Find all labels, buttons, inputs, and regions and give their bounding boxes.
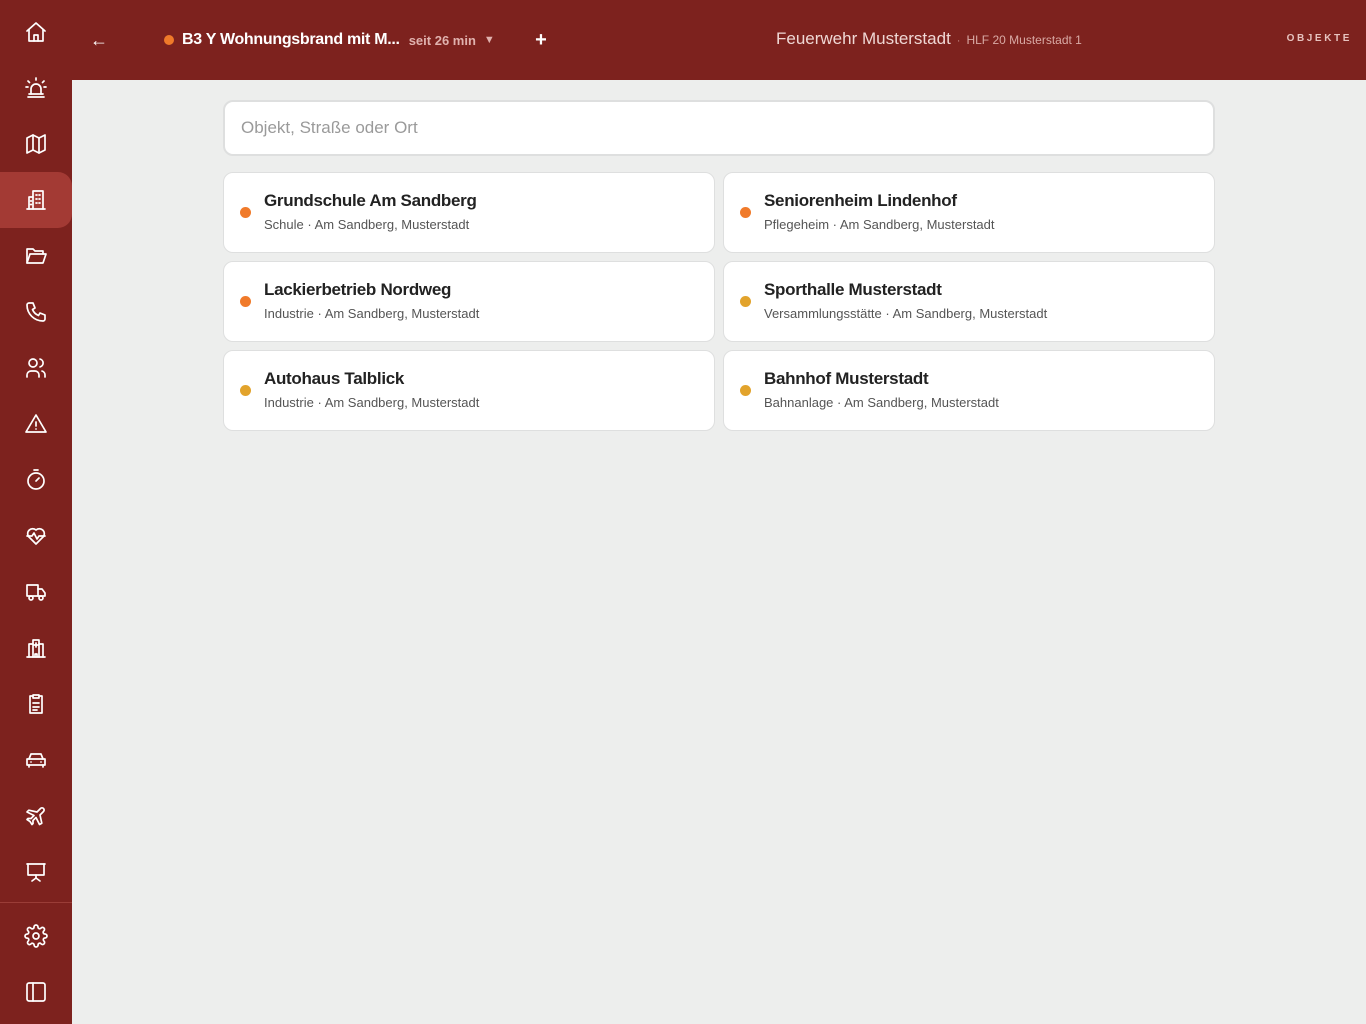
object-name: Lackierbetrieb Nordweg xyxy=(264,280,452,299)
nav-toggle-sidebar[interactable] xyxy=(0,964,72,1020)
object-card[interactable]: Sporthalle Musterstadt Versammlungsstätt… xyxy=(723,261,1215,342)
nav-settings[interactable] xyxy=(0,908,72,964)
heart-pulse-icon xyxy=(26,527,46,545)
nav-cars[interactable] xyxy=(0,732,72,788)
organization-separator: · xyxy=(956,35,961,47)
truck-icon xyxy=(26,584,46,601)
incident-status-dot xyxy=(164,35,174,45)
nav-alarm[interactable] xyxy=(0,60,72,116)
nav-hazards[interactable] xyxy=(0,396,72,452)
object-status-dot xyxy=(240,207,251,218)
warning-icon xyxy=(25,414,47,433)
object-status-dot xyxy=(740,385,751,396)
map-icon xyxy=(26,134,46,154)
search-input[interactable] xyxy=(225,102,1213,154)
organization-info: Feuerwehr Musterstadt · HLF 20 Mustersta… xyxy=(776,29,1082,49)
incident-elapsed: seit 26 min xyxy=(408,32,476,48)
sidebar-divider xyxy=(0,902,72,903)
sidebar-toggle-icon xyxy=(26,982,46,1002)
nav-map[interactable] xyxy=(0,116,72,172)
search-box xyxy=(223,100,1215,156)
object-meta: Versammlungsstätte · Am Sandberg, Muster… xyxy=(764,306,1048,321)
add-incident-button[interactable]: + xyxy=(530,26,552,54)
sidebar xyxy=(0,0,72,1024)
object-card[interactable]: Autohaus Talblick Industrie · Am Sandber… xyxy=(223,350,715,431)
object-card[interactable]: Bahnhof Musterstadt Bahnanlage · Am Sand… xyxy=(723,350,1215,431)
object-card[interactable]: Seniorenheim Lindenhof Pflegeheim · Am S… xyxy=(723,172,1215,253)
object-meta: Industrie · Am Sandberg, Musterstadt xyxy=(264,395,480,410)
car-icon xyxy=(26,753,46,768)
incident-selector[interactable]: B3 Y Wohnungsbrand mit M... seit 26 min … xyxy=(164,28,495,52)
object-name: Autohaus Talblick xyxy=(264,369,405,388)
building-icon xyxy=(26,190,46,210)
object-status-dot xyxy=(740,207,751,218)
nav-presentation[interactable] xyxy=(0,844,72,900)
folder-open-icon xyxy=(26,248,47,264)
object-card[interactable]: Lackierbetrieb Nordweg Industrie · Am Sa… xyxy=(223,261,715,342)
nav-checklists[interactable] xyxy=(0,676,72,732)
back-button[interactable]: ← xyxy=(88,26,110,54)
organization-name: Feuerwehr Musterstadt xyxy=(776,29,951,48)
nav-personnel[interactable] xyxy=(0,340,72,396)
object-name: Sporthalle Musterstadt xyxy=(764,280,942,299)
stopwatch-icon xyxy=(27,469,45,490)
object-name: Seniorenheim Lindenhof xyxy=(764,191,957,210)
users-icon xyxy=(26,358,46,378)
object-status-dot xyxy=(240,296,251,307)
nav-vehicles[interactable] xyxy=(0,564,72,620)
unit-name: HLF 20 Musterstadt 1 xyxy=(966,33,1082,47)
home-icon xyxy=(26,22,46,42)
presentation-icon xyxy=(26,863,46,882)
nav-timer[interactable] xyxy=(0,452,72,508)
nav-phone[interactable] xyxy=(0,284,72,340)
object-meta: Industrie · Am Sandberg, Musterstadt xyxy=(264,306,480,321)
object-name: Grundschule Am Sandberg xyxy=(264,191,477,210)
topbar: ← B3 Y Wohnungsbrand mit M... seit 26 mi… xyxy=(72,0,1366,80)
nav-hospitals[interactable] xyxy=(0,620,72,676)
object-status-dot xyxy=(740,296,751,307)
nav-home[interactable] xyxy=(0,4,72,60)
object-card[interactable]: Grundschule Am Sandberg Schule · Am Sand… xyxy=(223,172,715,253)
page-title: OBJEKTE xyxy=(1286,33,1352,44)
incident-title: B3 Y Wohnungsbrand mit M... xyxy=(182,31,400,48)
nav-objects[interactable] xyxy=(0,172,72,228)
gear-icon xyxy=(24,924,48,948)
object-name: Bahnhof Musterstadt xyxy=(764,369,929,388)
clipboard-icon xyxy=(29,694,43,714)
object-status-dot xyxy=(240,385,251,396)
nav-aviation[interactable] xyxy=(0,788,72,844)
object-meta: Pflegeheim · Am Sandberg, Musterstadt xyxy=(764,217,995,232)
phone-icon xyxy=(26,302,46,322)
object-meta: Schule · Am Sandberg, Musterstadt xyxy=(264,217,470,232)
object-meta: Bahnanlage · Am Sandberg, Musterstadt xyxy=(764,395,999,410)
nav-medical[interactable] xyxy=(0,508,72,564)
nav-documents[interactable] xyxy=(0,228,72,284)
chevron-down-icon: ▼ xyxy=(483,34,495,46)
plane-icon xyxy=(26,807,45,826)
alarm-light-icon xyxy=(25,77,47,98)
hospital-icon xyxy=(26,639,46,658)
